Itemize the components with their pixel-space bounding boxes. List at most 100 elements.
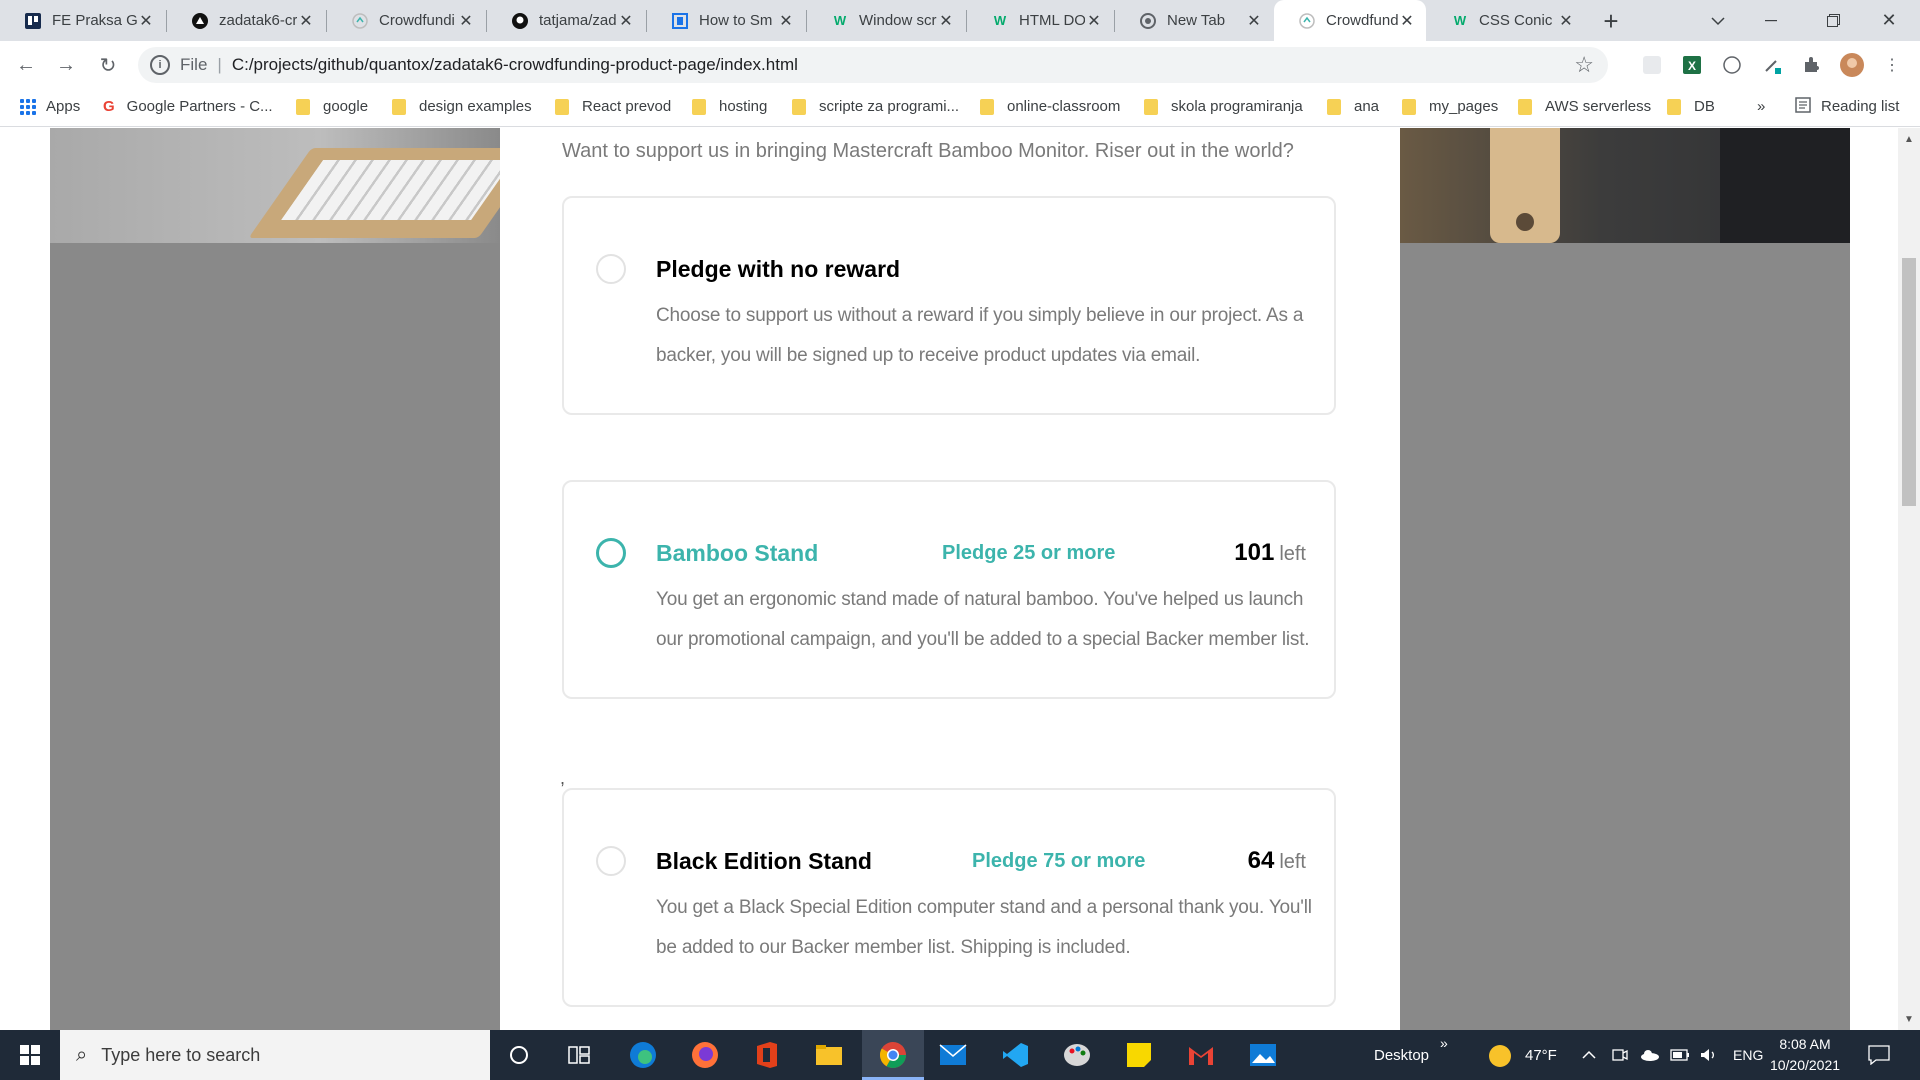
back-icon[interactable]: ← <box>12 51 40 79</box>
weather-sun-icon[interactable] <box>1489 1045 1511 1067</box>
scroll-thumb[interactable] <box>1902 258 1916 506</box>
file-explorer-icon[interactable] <box>813 1039 845 1071</box>
tab-title: New Tab <box>1167 12 1226 29</box>
bookmark-db[interactable]: DB <box>1667 89 1715 124</box>
close-icon[interactable]: ✕ <box>1245 12 1263 30</box>
scroll-down-arrow-icon[interactable]: ▼ <box>1898 1012 1920 1026</box>
close-window-button[interactable]: ✕ <box>1866 0 1912 41</box>
bookmark-my-pages[interactable]: my_pages <box>1402 89 1498 124</box>
close-icon[interactable]: ✕ <box>1557 12 1575 30</box>
desktop-toolbar-label[interactable]: Desktop <box>1374 1030 1429 1080</box>
pledge-description: Choose to support us without a reward if… <box>656 305 1304 366</box>
pledge-card-black-edition[interactable]: Black Edition Stand Pledge 75 or more 64… <box>562 788 1336 1007</box>
bookmark-aws[interactable]: AWS serverless <box>1518 89 1651 124</box>
cortana-icon[interactable] <box>503 1039 535 1071</box>
bookmark-google-partners[interactable]: G Google Partners - C... <box>103 89 273 124</box>
notifications-icon[interactable] <box>1868 1030 1890 1080</box>
code-extension-icon[interactable] <box>1720 53 1744 77</box>
mail-icon[interactable] <box>937 1039 969 1071</box>
taskbar-search-box[interactable]: ⌕ Type here to search <box>60 1030 490 1080</box>
puzzle-icon[interactable] <box>1800 53 1824 77</box>
radio-button[interactable] <box>596 846 626 876</box>
edge-icon[interactable] <box>627 1039 659 1071</box>
radio-button[interactable] <box>596 254 626 284</box>
w3-icon: W <box>833 13 847 28</box>
paint-icon[interactable] <box>1061 1039 1093 1071</box>
firefox-icon[interactable] <box>689 1039 721 1071</box>
weather-temperature[interactable]: 47°F <box>1525 1030 1557 1080</box>
meet-now-icon[interactable] <box>1612 1030 1628 1080</box>
start-button[interactable] <box>0 1030 60 1080</box>
info-icon[interactable]: i <box>150 55 170 75</box>
scroll-up-arrow-icon[interactable]: ▲ <box>1898 132 1920 146</box>
new-tab-button[interactable]: + <box>1597 6 1625 36</box>
tab-new-tab[interactable]: New Tab ✕ <box>1115 0 1273 41</box>
battery-icon[interactable] <box>1670 1030 1690 1080</box>
bookmark-google[interactable]: google <box>296 89 368 124</box>
bookmarks-bar: Apps G Google Partners - C... google des… <box>0 89 1920 127</box>
tab-search-chevron-icon[interactable] <box>1695 0 1741 41</box>
tab-how-to[interactable]: How to Sm ✕ <box>647 0 805 41</box>
forward-icon[interactable]: → <box>52 51 80 79</box>
bookmark-label: online-classroom <box>1007 98 1121 115</box>
bookmarks-overflow-button[interactable]: » <box>1757 89 1765 124</box>
close-icon[interactable]: ✕ <box>1398 12 1416 30</box>
url-text[interactable]: C:/projects/github/quantox/zadatak6-crow… <box>232 55 798 75</box>
close-icon[interactable]: ✕ <box>137 12 155 30</box>
close-icon[interactable]: ✕ <box>1085 12 1103 30</box>
pledge-card-no-reward[interactable]: Pledge with no reward Choose to support … <box>562 196 1336 415</box>
close-icon[interactable]: ✕ <box>457 12 475 30</box>
minimize-button[interactable] <box>1748 0 1794 41</box>
profile-avatar[interactable] <box>1840 53 1864 77</box>
desktop-toolbar-chevron[interactable]: » <box>1440 1018 1448 1068</box>
bookmark-skola[interactable]: skola programiranja <box>1144 89 1303 124</box>
reading-list-button[interactable]: Reading list <box>1795 89 1899 124</box>
bookmark-label: my_pages <box>1429 98 1499 115</box>
bookmark-online-classroom[interactable]: online-classroom <box>980 89 1120 124</box>
close-icon[interactable]: ✕ <box>777 12 795 30</box>
pledge-card-bamboo-stand[interactable]: Bamboo Stand Pledge 25 or more 101 left Y… <box>562 480 1336 699</box>
folder-icon <box>555 98 569 115</box>
bookmark-hosting[interactable]: hosting <box>692 89 767 124</box>
radio-button[interactable] <box>596 538 626 568</box>
tab-github[interactable]: tatjama/zad ✕ <box>487 0 645 41</box>
bookmark-star-icon[interactable]: ☆ <box>1574 52 1594 78</box>
tab-fe-praksa[interactable]: FE Praksa G ✕ <box>0 0 165 41</box>
volume-icon[interactable] <box>1699 1030 1719 1080</box>
taskbar-clock[interactable]: 8:08 AM 10/20/2021 <box>1745 1034 1865 1076</box>
reload-icon[interactable]: ↻ <box>94 51 122 79</box>
bookmark-design-examples[interactable]: design examples <box>392 89 532 124</box>
page-scrollbar[interactable]: ▲ ▼ <box>1898 128 1920 1030</box>
tray-chevron-up-icon[interactable] <box>1582 1030 1596 1080</box>
photos-icon[interactable] <box>1247 1039 1279 1071</box>
close-icon[interactable]: ✕ <box>617 12 635 30</box>
extension-icon[interactable] <box>1640 53 1664 77</box>
office-icon[interactable] <box>751 1039 783 1071</box>
task-view-icon[interactable] <box>563 1039 595 1071</box>
excel-extension-icon[interactable]: X <box>1680 53 1704 77</box>
bookmark-scripte[interactable]: scripte za programi... <box>792 89 959 124</box>
address-bar[interactable]: i File | C:/projects/github/quantox/zada… <box>138 47 1608 83</box>
tab-zadatak6[interactable]: zadatak6-cr ✕ <box>167 0 325 41</box>
tab-title: tatjama/zad <box>539 12 617 29</box>
tab-html-dom[interactable]: W HTML DOM ✕ <box>967 0 1113 41</box>
gmail-icon[interactable] <box>1185 1039 1217 1071</box>
bookmark-ana[interactable]: ana <box>1327 89 1379 124</box>
eyedropper-extension-icon[interactable] <box>1760 53 1784 77</box>
chrome-taskbar-icon[interactable] <box>877 1039 909 1071</box>
close-icon[interactable]: ✕ <box>297 12 315 30</box>
google-icon: G <box>103 98 115 115</box>
bookmark-apps[interactable]: Apps <box>20 89 80 124</box>
tab-crowdfunding[interactable]: Crowdfundi ✕ <box>327 0 485 41</box>
close-icon[interactable]: ✕ <box>937 12 955 30</box>
tab-crowdfunding-active[interactable]: Crowdfundi ✕ <box>1274 0 1426 41</box>
restore-button[interactable] <box>1810 0 1856 41</box>
vscode-icon[interactable] <box>999 1039 1031 1071</box>
sticky-notes-icon[interactable] <box>1123 1039 1155 1071</box>
tab-css-conic[interactable]: W CSS Conic G ✕ <box>1427 0 1585 41</box>
menu-kebab-icon[interactable]: ⋮ <box>1880 53 1904 77</box>
bookmark-react-prevod[interactable]: React prevod <box>555 89 671 124</box>
bookmark-label: DB <box>1694 98 1715 115</box>
onedrive-icon[interactable] <box>1640 1030 1660 1080</box>
tab-window-scroll[interactable]: W Window scr ✕ <box>807 0 965 41</box>
